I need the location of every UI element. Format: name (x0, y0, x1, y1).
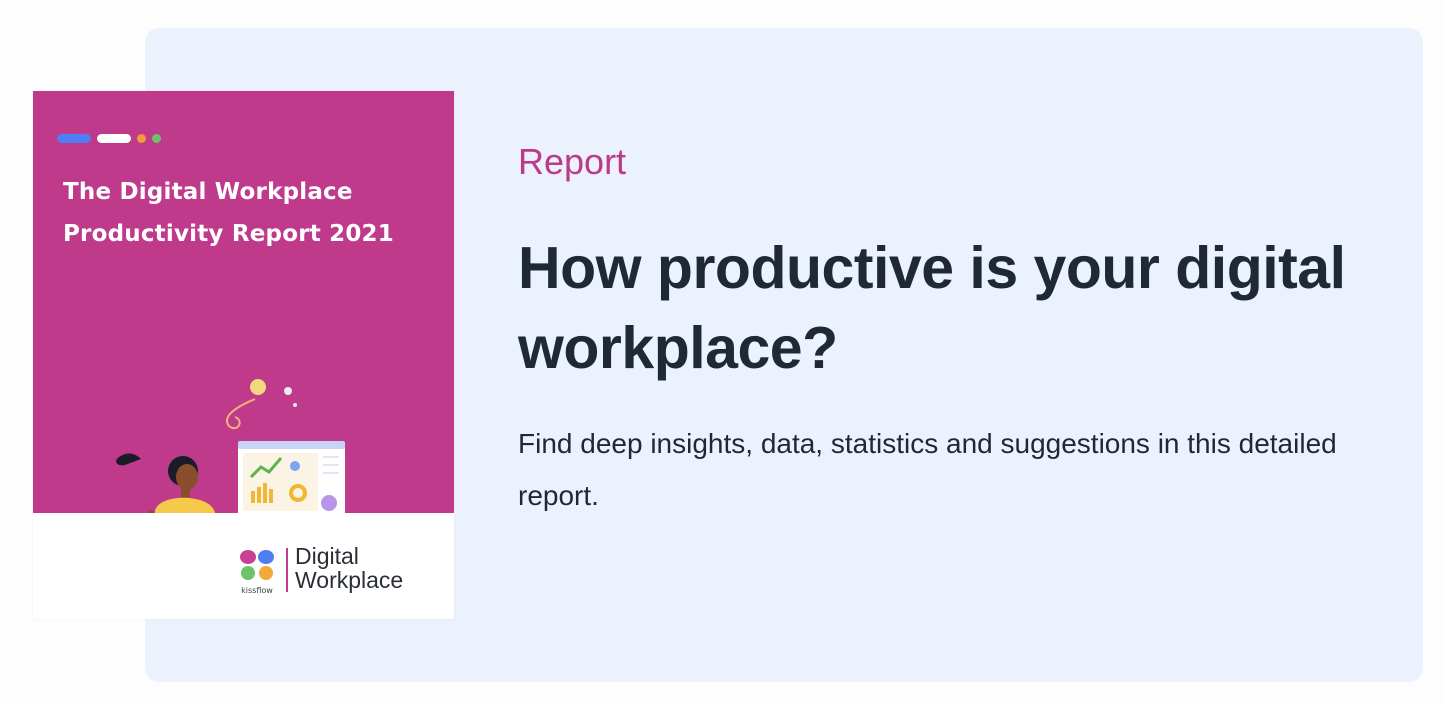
white-pill-decor (97, 133, 131, 143)
cover-decor-dots (57, 133, 161, 143)
brand-name-line1: Digital (295, 543, 359, 569)
brand-name-line2: Workplace (295, 567, 404, 593)
report-cover-image[interactable]: The Digital Workplace Productivity Repor… (33, 91, 454, 619)
report-description: Find deep insights, data, statistics and… (518, 428, 1337, 511)
blue-pill-decor (57, 133, 91, 143)
cover-art: The Digital Workplace Productivity Repor… (33, 91, 454, 513)
green-dot-decor (152, 133, 161, 143)
brand-name: Digital Workplace (295, 544, 403, 592)
report-headline[interactable]: How productive is your digital workplace… (518, 228, 1378, 388)
cover-footer: kissflow Digital Workplace (33, 513, 454, 619)
smiley-icon (250, 379, 266, 395)
cover-title: The Digital Workplace Productivity Repor… (63, 179, 394, 247)
orange-dot-decor (137, 133, 146, 143)
brand-divider (286, 548, 288, 592)
kissflow-wordmark: kissflow (241, 586, 273, 595)
content-type-tag: Report (518, 141, 627, 182)
woman-laptop-illustration (116, 379, 345, 513)
kissflow-logo-icon: kissflow (240, 550, 274, 595)
